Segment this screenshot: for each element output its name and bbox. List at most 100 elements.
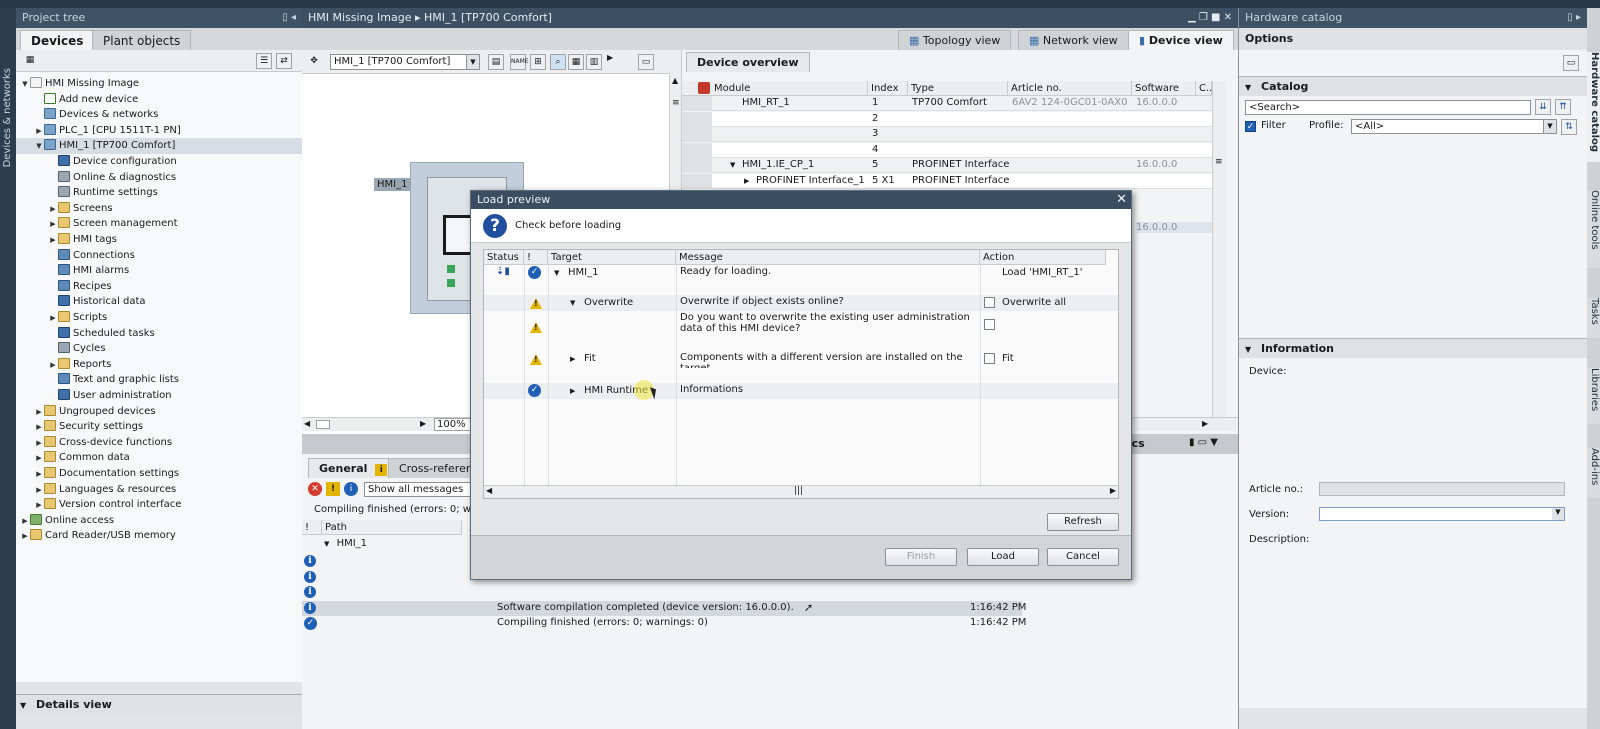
tree-settings-icon[interactable]: ▦ [22, 53, 38, 69]
chevron-right-icon[interactable]: ▶ [34, 404, 44, 420]
search-up-icon[interactable]: ⇈ [1555, 99, 1571, 115]
dialog-col-header[interactable]: Target [548, 250, 676, 265]
overview-row[interactable]: ▼ HMI_1.IE_CP_1 5 PROFINET Interface 16.0.0.… [682, 158, 1212, 174]
dialog-scroll-right-icon[interactable]: ▶ [1110, 486, 1116, 495]
catalog-section-header[interactable]: ▼ Catalog [1239, 76, 1587, 96]
scroll-thumb[interactable] [316, 420, 330, 429]
catalog-layout-icon[interactable]: ▭ [1563, 55, 1579, 71]
tree-item[interactable]: ▶ Reports [16, 357, 111, 373]
side-tab-online-tools[interactable]: Online tools [1587, 190, 1600, 268]
device-select[interactable]: HMI_1 [TP700 Comfort] ▼ [330, 54, 480, 70]
dialog-col-header[interactable]: Action [980, 250, 1106, 265]
splitter-grip-icon[interactable]: ≡ [672, 98, 680, 108]
warning-filter-icon[interactable]: ! [326, 482, 340, 496]
tree-item[interactable]: Cycles [16, 341, 106, 357]
chevron-right-icon[interactable]: ▶ [34, 435, 44, 451]
tree-item[interactable]: Device configuration [16, 154, 177, 170]
side-tab-hardware-catalog[interactable]: Hardware catalog [1587, 52, 1600, 162]
profile-select[interactable]: <All> ▼ [1351, 119, 1557, 134]
overview-vscroll[interactable]: ≡ [1212, 81, 1226, 417]
tab-network-view[interactable]: ▦ Network view [1018, 30, 1129, 50]
close-icon[interactable]: ✕ [1116, 191, 1127, 209]
dialog-row[interactable]: Do you want to overwrite the existing us… [484, 311, 1118, 343]
message-row[interactable]: i [302, 585, 1022, 600]
tree-item[interactable]: Recipes [16, 279, 112, 295]
side-tab-tasks[interactable]: Tasks [1587, 298, 1600, 338]
overview-row[interactable]: 3 [682, 127, 1212, 143]
dialog-row[interactable]: ⇣▮ ✓ ▼ HMI_1 Ready for loading. Load 'HMI_RT_… [484, 265, 1118, 281]
device-props-icon[interactable]: ▤ [488, 54, 504, 70]
panel-collapse-icon[interactable]: ▯ ◂ [282, 8, 296, 28]
chevron-right-icon[interactable]: ▶ [34, 482, 44, 498]
tree-item[interactable]: ▶ Ungrouped devices [16, 404, 155, 420]
profile-settings-icon[interactable]: ⇅ [1561, 119, 1577, 135]
window-controls-icon[interactable]: ▁ ❐ ■ ✕ [1188, 8, 1232, 28]
action-checkbox[interactable] [984, 297, 995, 308]
tree-item[interactable]: Devices & networks [16, 107, 158, 123]
overview-row[interactable]: 4 [682, 142, 1212, 158]
chevron-right-icon[interactable]: ▶ [20, 513, 30, 529]
dialog-scroll-left-icon[interactable]: ◀ [486, 486, 492, 495]
overview-col-header[interactable]: Type [908, 81, 1008, 96]
goto-arrow-icon[interactable]: ➚ [804, 601, 813, 614]
overview-col-header[interactable]: Software or... [1132, 81, 1196, 109]
grid-icon[interactable]: ▦ [568, 54, 584, 70]
name-labels-icon[interactable]: NAME [510, 54, 529, 70]
tree-item[interactable]: HMI alarms [16, 263, 129, 279]
tab-device-view[interactable]: ▮ Device view [1128, 30, 1234, 50]
dialog-col-header[interactable]: ! [524, 250, 548, 265]
load-button[interactable]: Load [967, 548, 1039, 566]
chevron-right-icon[interactable]: ▶ [34, 497, 44, 513]
tree-item[interactable]: ▼ HMI Missing Image [16, 76, 139, 92]
overview-scroll-grip-icon[interactable]: ≡ [1215, 157, 1223, 167]
refresh-button[interactable]: Refresh [1047, 513, 1119, 531]
cancel-button[interactable]: Cancel [1047, 548, 1119, 566]
chevron-down-icon[interactable]: ▼ [570, 299, 584, 307]
action-checkbox[interactable] [984, 353, 995, 364]
chevron-right-icon[interactable]: ▶ [570, 355, 584, 363]
dialog-scroll-grip-icon[interactable]: ||| [794, 486, 803, 496]
message-filter-select[interactable]: Show all messages [364, 482, 474, 497]
tree-item[interactable]: ▶ Cross-device functions [16, 435, 172, 451]
side-tab-libraries[interactable]: Libraries [1587, 368, 1600, 424]
info-filter-icon[interactable]: i [344, 482, 358, 496]
zoom-tool-icon[interactable]: ⌕ [550, 54, 566, 70]
overview-row[interactable]: 2 [682, 111, 1212, 127]
dialog-row[interactable]: ▼Overwrite Overwrite if object exists onl… [484, 295, 1118, 311]
tree-item[interactable]: ▶ Common data [16, 450, 130, 466]
layout-icon[interactable]: ▥ [586, 54, 602, 70]
pointer-tool-icon[interactable]: ✥ [306, 54, 322, 70]
tree-list-view-icon[interactable]: ☰ [256, 53, 272, 69]
dialog-col-header[interactable]: Status [484, 250, 524, 265]
tree-item[interactable]: Online & diagnostics [16, 170, 176, 186]
finish-button[interactable]: Finish [885, 548, 957, 566]
more-arrow-icon[interactable]: ▶ [607, 53, 613, 62]
chevron-down-icon[interactable]: ▼ [20, 76, 30, 92]
tree-item[interactable]: ▶ Languages & resources [16, 482, 176, 498]
chevron-right-icon[interactable]: ▶ [34, 466, 44, 482]
tree-item[interactable]: ▼ HMI_1 [TP700 Comfort] [16, 138, 302, 155]
catalog-panel-controls-icon[interactable]: ▯ ▸ [1567, 8, 1581, 28]
scroll-left-icon[interactable]: ◀ [304, 419, 310, 428]
project-tree-side-label[interactable]: Devices & networks [2, 68, 13, 167]
search-down-icon[interactable]: ⇊ [1535, 99, 1551, 115]
tab-general[interactable]: General i [308, 458, 399, 478]
tree-item[interactable]: ▶ Security settings [16, 419, 143, 435]
chevron-right-icon[interactable]: ▶ [48, 201, 58, 217]
details-view-bar[interactable]: ▼ Details view [16, 694, 302, 714]
overview-col-header[interactable]: Index [868, 81, 908, 96]
tree-item[interactable]: ▶ HMI tags [16, 232, 117, 248]
tab-device-overview[interactable]: Device overview [686, 52, 810, 72]
overview-scroll-right-icon[interactable]: ▶ [1202, 419, 1208, 428]
inspector-window-controls-icon[interactable]: ▮ ▭ ▼ [1189, 437, 1218, 448]
dialog-hscroll[interactable]: ◀ ||| ▶ [484, 485, 1118, 498]
tree-item[interactable]: Text and graphic lists [16, 372, 179, 388]
chevron-down-icon[interactable]: ▼ [34, 138, 44, 154]
message-row[interactable]: ✓ Compiling finished (errors: 0; warnings… [302, 616, 1026, 631]
dialog-row[interactable]: ▶FitComponents with a different version … [484, 351, 1118, 368]
dialog-col-header[interactable]: Message [676, 250, 980, 265]
tree-item[interactable]: Runtime settings [16, 185, 158, 201]
tab-plant-objects[interactable]: Plant objects [92, 30, 192, 50]
chevron-right-icon[interactable]: ▶ [34, 123, 44, 139]
chevron-right-icon[interactable]: ▶ [744, 177, 756, 185]
